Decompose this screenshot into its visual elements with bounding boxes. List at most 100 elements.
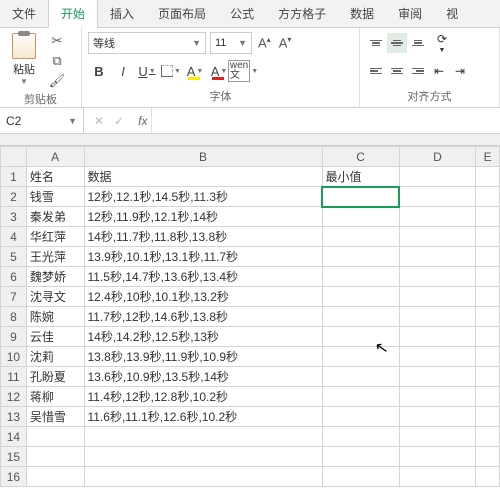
cell[interactable]: [476, 327, 500, 347]
row-header-16[interactable]: 16: [1, 467, 27, 487]
align-left-button[interactable]: [366, 61, 386, 81]
cell[interactable]: [399, 387, 476, 407]
cell[interactable]: [322, 447, 399, 467]
cell[interactable]: [476, 267, 500, 287]
cell[interactable]: [399, 167, 476, 187]
tab-方方格子[interactable]: 方方格子: [266, 0, 338, 27]
row-header-14[interactable]: 14: [1, 427, 27, 447]
cell[interactable]: [322, 347, 399, 367]
align-center-button[interactable]: [387, 61, 407, 81]
cell[interactable]: 13.6秒,10.9秒,13.5秒,14秒: [84, 367, 322, 387]
cell[interactable]: [322, 287, 399, 307]
cell[interactable]: 13.8秒,13.9秒,11.9秒,10.9秒: [84, 347, 322, 367]
tab-视[interactable]: 视: [434, 0, 470, 27]
cell[interactable]: [476, 247, 500, 267]
col-header-D[interactable]: D: [399, 147, 476, 167]
cell[interactable]: 12秒,11.9秒,12.1秒,14秒: [84, 207, 322, 227]
cell[interactable]: [399, 187, 476, 207]
underline-button[interactable]: U▼: [136, 60, 158, 82]
row-header-11[interactable]: 11: [1, 367, 27, 387]
cell[interactable]: 13.9秒,10.1秒,13.1秒,11.7秒: [84, 247, 322, 267]
cell[interactable]: 12.4秒,10秒,10.1秒,13.2秒: [84, 287, 322, 307]
bold-button[interactable]: B: [88, 60, 110, 82]
cell[interactable]: 11.4秒,12秒,12.8秒,10.2秒: [84, 387, 322, 407]
spreadsheet-grid[interactable]: ABCDE1姓名数据最小值2钱雪12秒,12.1秒,14.5秒,11.3秒3秦发…: [0, 146, 500, 487]
decrease-font-button[interactable]: A▾: [277, 35, 294, 50]
cell[interactable]: [399, 287, 476, 307]
col-header-A[interactable]: A: [26, 147, 84, 167]
cell[interactable]: [322, 367, 399, 387]
row-header-4[interactable]: 4: [1, 227, 27, 247]
format-painter-button[interactable]: 🖌: [46, 73, 68, 89]
cell[interactable]: [476, 427, 500, 447]
row-header-6[interactable]: 6: [1, 267, 27, 287]
tab-数据[interactable]: 数据: [338, 0, 386, 27]
row-header-9[interactable]: 9: [1, 327, 27, 347]
cell[interactable]: [476, 207, 500, 227]
col-header-E[interactable]: E: [476, 147, 500, 167]
font-size-select[interactable]: 11▼: [210, 32, 252, 54]
cell[interactable]: 钱雪: [26, 187, 84, 207]
align-middle-button[interactable]: [387, 33, 407, 53]
cell[interactable]: 姓名: [26, 167, 84, 187]
cell[interactable]: [399, 267, 476, 287]
cell[interactable]: [476, 307, 500, 327]
align-bottom-button[interactable]: [408, 33, 428, 53]
orientation-button[interactable]: ⟳▼: [429, 33, 455, 53]
row-header-3[interactable]: 3: [1, 207, 27, 227]
cell[interactable]: 孔盼夏: [26, 367, 84, 387]
paste-button[interactable]: 粘贴 ▼: [6, 31, 42, 89]
copy-button[interactable]: ⧉: [46, 53, 68, 69]
cell[interactable]: [322, 267, 399, 287]
cell[interactable]: [399, 407, 476, 427]
cell[interactable]: [322, 227, 399, 247]
cell[interactable]: [476, 467, 500, 487]
font-name-select[interactable]: 等线▼: [88, 32, 206, 54]
row-header-2[interactable]: 2: [1, 187, 27, 207]
cell[interactable]: 14秒,14.2秒,12.5秒,13秒: [84, 327, 322, 347]
cell[interactable]: 蒋柳: [26, 387, 84, 407]
increase-indent-button[interactable]: ⇥: [450, 61, 470, 81]
cell[interactable]: [322, 187, 399, 207]
row-header-15[interactable]: 15: [1, 447, 27, 467]
cell[interactable]: [26, 467, 84, 487]
cell[interactable]: [476, 167, 500, 187]
cell[interactable]: [476, 187, 500, 207]
cell[interactable]: [322, 467, 399, 487]
cell[interactable]: 数据: [84, 167, 322, 187]
cell[interactable]: 沈莉: [26, 347, 84, 367]
tab-审阅[interactable]: 审阅: [386, 0, 434, 27]
cell[interactable]: [399, 367, 476, 387]
cell[interactable]: [399, 467, 476, 487]
cell[interactable]: [399, 307, 476, 327]
cell[interactable]: 沈寻文: [26, 287, 84, 307]
accept-formula-icon[interactable]: ✓: [114, 114, 124, 128]
tab-文件[interactable]: 文件: [0, 0, 48, 27]
cell[interactable]: [26, 427, 84, 447]
tab-页面布局[interactable]: 页面布局: [146, 0, 218, 27]
col-header-B[interactable]: B: [84, 147, 322, 167]
cell[interactable]: 魏梦娇: [26, 267, 84, 287]
cell[interactable]: [399, 427, 476, 447]
cell[interactable]: [399, 447, 476, 467]
cell[interactable]: 云佳: [26, 327, 84, 347]
cell[interactable]: 秦发弟: [26, 207, 84, 227]
cell[interactable]: [322, 427, 399, 447]
cell[interactable]: [84, 427, 322, 447]
fill-color-button[interactable]: A▼: [184, 60, 206, 82]
decrease-indent-button[interactable]: ⇤: [429, 61, 449, 81]
cancel-formula-icon[interactable]: ✕: [94, 114, 104, 128]
cell[interactable]: 11.7秒,12秒,14.6秒,13.8秒: [84, 307, 322, 327]
cell[interactable]: [399, 207, 476, 227]
align-right-button[interactable]: [408, 61, 428, 81]
name-box[interactable]: C2▼: [0, 108, 84, 133]
formula-input[interactable]: [151, 108, 500, 133]
cell[interactable]: 王光萍: [26, 247, 84, 267]
cell[interactable]: [322, 207, 399, 227]
cell[interactable]: [26, 447, 84, 467]
row-header-1[interactable]: 1: [1, 167, 27, 187]
italic-button[interactable]: I: [112, 60, 134, 82]
cell[interactable]: [476, 367, 500, 387]
increase-font-button[interactable]: A▴: [256, 35, 273, 50]
cell[interactable]: 11.6秒,11.1秒,12.6秒,10.2秒: [84, 407, 322, 427]
